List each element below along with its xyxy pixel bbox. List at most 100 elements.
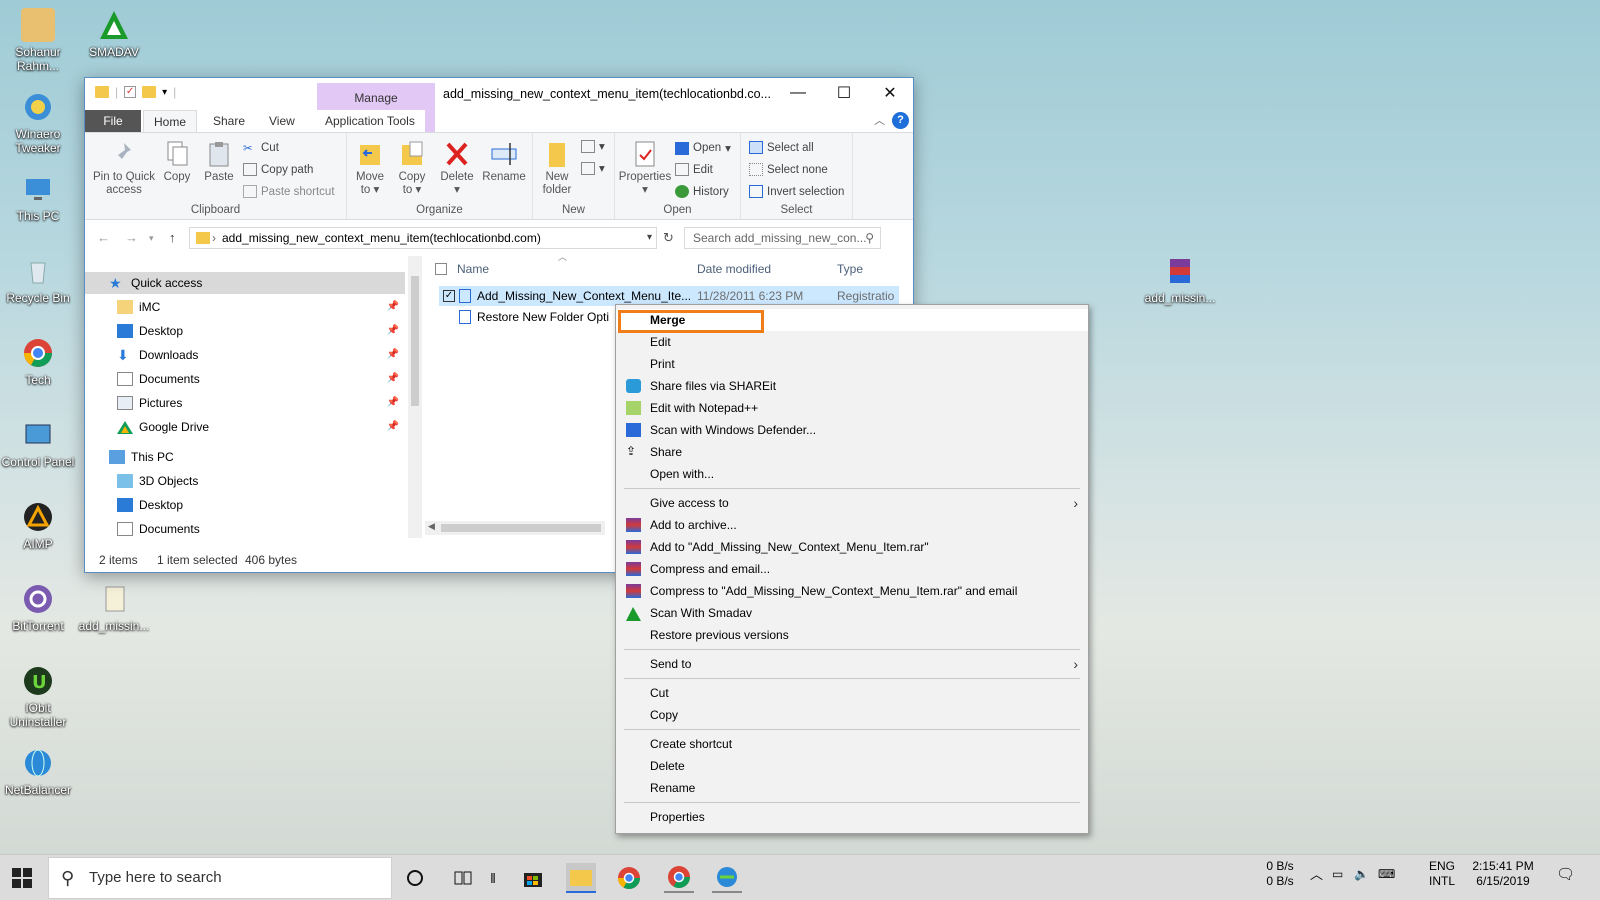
new-item-button[interactable]: ▾ (581, 139, 605, 153)
delete-button[interactable]: Delete ▾ (437, 139, 477, 197)
invert-selection-button[interactable]: Invert selection (749, 185, 844, 198)
nav-item-google-drive[interactable]: Google Drive 📌 (85, 416, 405, 438)
tab-home[interactable]: Home (143, 110, 198, 132)
file-row[interactable]: Restore New Folder Opti (439, 307, 609, 327)
nav-item-downloads[interactable]: ⬇ Downloads 📌 (85, 344, 405, 366)
easy-access-button[interactable]: ▾ (581, 161, 605, 175)
paste-button[interactable]: Paste (201, 139, 237, 184)
column-name[interactable]: Name (457, 262, 489, 276)
menu-item-compress-rar-email[interactable]: Compress to "Add_Missing_New_Context_Men… (616, 580, 1088, 602)
menu-item-compress-email[interactable]: Compress and email... (616, 558, 1088, 580)
search-input[interactable]: Search add_missing_new_con... ⚲ (684, 227, 881, 249)
address-bar[interactable]: › add_missing_new_context_menu_item(tech… (189, 227, 657, 249)
chrome-profile-taskbar-icon[interactable] (664, 863, 694, 893)
desktop-icon-aimp[interactable]: AIMP (0, 500, 76, 551)
globe-app-taskbar-icon[interactable] (712, 863, 742, 893)
store-icon[interactable] (518, 863, 548, 893)
history-button[interactable]: History (675, 185, 729, 198)
paste-shortcut-button[interactable]: Paste shortcut (243, 185, 335, 198)
column-type[interactable]: Type (837, 262, 863, 276)
notifications-icon[interactable]: 🗨 (1556, 867, 1575, 882)
file-explorer-taskbar-icon[interactable] (566, 863, 596, 893)
menu-item-give-access[interactable]: Give access to › (616, 492, 1088, 514)
file-list-horizontal-scrollbar[interactable]: ◀ (425, 521, 605, 535)
desktop-icon-tech[interactable]: Tech (0, 336, 76, 387)
copy-button[interactable]: Copy (159, 139, 195, 184)
desktop-icon-reg-file[interactable]: add_missin... (76, 582, 152, 633)
menu-item-copy[interactable]: Copy (616, 704, 1088, 726)
folder-icon[interactable] (95, 86, 109, 98)
desktop-icon-this-pc[interactable]: This PC (0, 172, 76, 223)
horizontal-scroll-thumb[interactable] (441, 524, 601, 532)
help-icon[interactable]: ? (892, 112, 909, 129)
menu-item-smadav[interactable]: Scan With Smadav (616, 602, 1088, 624)
up-arrow-icon[interactable]: ↑ (169, 230, 176, 245)
nav-scroll-thumb[interactable] (411, 276, 419, 406)
new-folder-button[interactable]: New folder (537, 139, 577, 197)
menu-item-notepad[interactable]: Edit with Notepad++ (616, 397, 1088, 419)
nav-item-pc-documents[interactable]: Documents (85, 518, 405, 540)
nav-item-3d-objects[interactable]: 3D Objects (85, 470, 405, 492)
cortana-icon[interactable] (400, 863, 430, 893)
move-to-button[interactable]: Move to ▾ (351, 139, 389, 197)
new-folder-icon[interactable] (142, 86, 157, 98)
nav-item-documents[interactable]: Documents 📌 (85, 368, 405, 390)
select-all-button[interactable]: Select all (749, 141, 814, 154)
nav-scrollbar[interactable] (408, 256, 422, 538)
desktop-icon-iobit[interactable]: U IObit Uninstaller (0, 664, 76, 729)
cut-button[interactable]: ✂ Cut (243, 141, 279, 156)
desktop-icon-recycle-bin[interactable]: Recycle Bin (0, 254, 76, 305)
menu-item-delete[interactable]: Delete (616, 755, 1088, 777)
tab-view[interactable]: View (259, 110, 305, 132)
forward-arrow-icon[interactable]: → (125, 230, 138, 245)
taskbar-search-input[interactable]: ⚲ Type here to search (48, 857, 392, 899)
menu-item-properties[interactable]: Properties (616, 806, 1088, 828)
clock[interactable]: 2:15:41 PM 6/15/2019 (1468, 859, 1538, 889)
tab-file[interactable]: File (85, 110, 141, 132)
battery-icon[interactable]: ▭ (1332, 867, 1343, 882)
nav-item-pictures[interactable]: Pictures 📌 (85, 392, 405, 414)
menu-item-create-shortcut[interactable]: Create shortcut (616, 733, 1088, 755)
volume-icon[interactable]: 🔈 (1354, 867, 1369, 882)
tab-share[interactable]: Share (203, 110, 255, 132)
edit-button[interactable]: Edit (675, 163, 713, 176)
close-button[interactable]: ✕ (867, 78, 913, 108)
refresh-icon[interactable]: ↻ (663, 230, 674, 246)
file-row[interactable]: ✓ Add_Missing_New_Context_Menu_Ite... 11… (439, 286, 899, 306)
collapse-ribbon-icon[interactable]: ︿ (874, 112, 885, 128)
windows-start-icon[interactable] (12, 868, 32, 888)
maximize-button[interactable]: ☐ (821, 78, 867, 108)
desktop-icon-user[interactable]: Sohanur Rahm... (0, 8, 76, 73)
menu-item-shareit[interactable]: Share files via SHAREit (616, 375, 1088, 397)
tab-application-tools[interactable]: Application Tools (315, 110, 425, 132)
keyboard-icon[interactable]: ⌨ (1378, 867, 1395, 882)
copy-path-button[interactable]: Copy path (243, 163, 313, 176)
properties-check-icon[interactable]: ✓ (124, 86, 137, 98)
address-dropdown-icon[interactable]: ▾ (647, 228, 652, 248)
desktop-icon-rar[interactable]: add_missin... (1142, 254, 1218, 305)
desktop-icon-winaero[interactable]: Winaero Tweaker (0, 90, 76, 155)
menu-item-add-archive[interactable]: Add to archive... (616, 514, 1088, 536)
show-hidden-icons-chevron-icon[interactable]: ︿ (1310, 867, 1323, 882)
copy-to-button[interactable]: Copy to ▾ (393, 139, 431, 197)
row-checkbox[interactable]: ✓ (443, 290, 455, 302)
nav-item-pc-desktop[interactable]: Desktop (85, 494, 405, 516)
properties-button[interactable]: Properties ▾ (617, 139, 673, 197)
manage-tab[interactable]: Manage (317, 91, 435, 105)
open-button[interactable]: Open ▾ (675, 141, 731, 155)
menu-item-edit[interactable]: Edit (616, 331, 1088, 353)
nav-quick-access[interactable]: ★ Quick access (85, 272, 405, 294)
nav-item-desktop[interactable]: Desktop 📌 (85, 320, 405, 342)
menu-item-restore[interactable]: Restore previous versions (616, 624, 1088, 646)
minimize-button[interactable]: — (775, 78, 821, 108)
recent-chevron-icon[interactable]: ▾ (149, 233, 154, 244)
menu-item-add-rar[interactable]: Add to "Add_Missing_New_Context_Menu_Ite… (616, 536, 1088, 558)
language-indicator[interactable]: ENG INTL (1424, 859, 1460, 889)
select-none-button[interactable]: Select none (749, 163, 828, 176)
menu-item-open-with[interactable]: Open with... (616, 463, 1088, 485)
desktop-icon-control-panel[interactable]: Control Panel (0, 418, 76, 469)
nav-this-pc[interactable]: This PC (85, 446, 405, 468)
menu-item-defender[interactable]: Scan with Windows Defender... (616, 419, 1088, 441)
task-view-icon[interactable] (448, 863, 478, 893)
back-arrow-icon[interactable]: ← (97, 230, 110, 245)
